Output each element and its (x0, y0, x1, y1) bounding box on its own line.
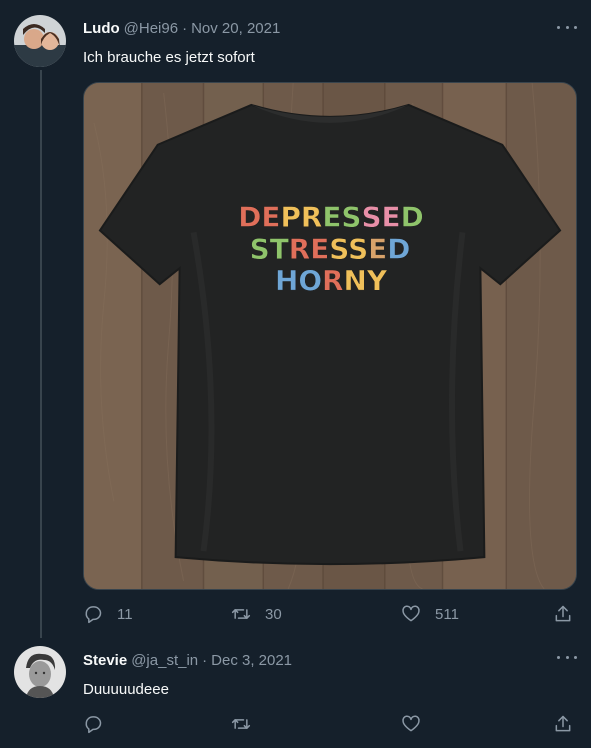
reply-button[interactable] (83, 714, 103, 734)
display-name[interactable]: Ludo (83, 20, 120, 37)
more-icon[interactable] (557, 650, 577, 664)
retweet-button[interactable]: 30 (231, 604, 282, 624)
share-button[interactable] (553, 604, 573, 624)
separator: · (202, 652, 208, 669)
reply-button[interactable]: 11 (83, 604, 133, 624)
tweet-actions: 11 30 511 (83, 604, 577, 634)
tweet-text: Duuuuudeee (83, 681, 169, 698)
reply-icon (85, 716, 102, 734)
retweet-button[interactable] (231, 714, 251, 734)
more-icon[interactable] (557, 20, 577, 34)
heart-icon (402, 605, 420, 622)
separator: · (182, 20, 188, 37)
avatar[interactable] (14, 15, 66, 67)
reply-icon (85, 606, 102, 624)
user-handle[interactable]: @ja_st_in (131, 652, 198, 669)
like-button[interactable]: 511 (401, 604, 459, 624)
tweet-date[interactable]: Nov 20, 2021 (191, 20, 280, 37)
user-handle[interactable]: @Hei96 (124, 20, 178, 37)
tweet-text: Ich brauche es jetzt sofort (83, 49, 255, 66)
shirt-text-line1: DEPRESSED (238, 200, 423, 233)
tweet-header: Ludo @Hei96 · Nov 20, 2021 (83, 20, 280, 37)
like-count: 511 (435, 605, 459, 623)
shirt-text-line3: HORNY (275, 264, 388, 297)
retweet-icon (231, 719, 251, 729)
heart-icon (402, 715, 420, 732)
thread-line (40, 70, 42, 638)
share-icon (555, 605, 571, 622)
like-button[interactable] (401, 714, 421, 734)
share-button[interactable] (553, 714, 573, 734)
tweet-actions (83, 714, 577, 744)
tweet-date[interactable]: Dec 3, 2021 (211, 652, 292, 669)
tweet-header: Stevie @ja_st_in · Dec 3, 2021 (83, 652, 292, 669)
display-name[interactable]: Stevie (83, 652, 127, 669)
retweet-icon (231, 609, 251, 619)
avatar[interactable] (14, 646, 66, 698)
tweet-image[interactable]: DEPRESSED STRESSED HORNY (83, 82, 577, 590)
share-icon (555, 715, 571, 732)
shirt-text-line2: STRESSED (250, 232, 411, 265)
retweet-count: 30 (265, 605, 282, 623)
reply-count: 11 (117, 605, 133, 623)
